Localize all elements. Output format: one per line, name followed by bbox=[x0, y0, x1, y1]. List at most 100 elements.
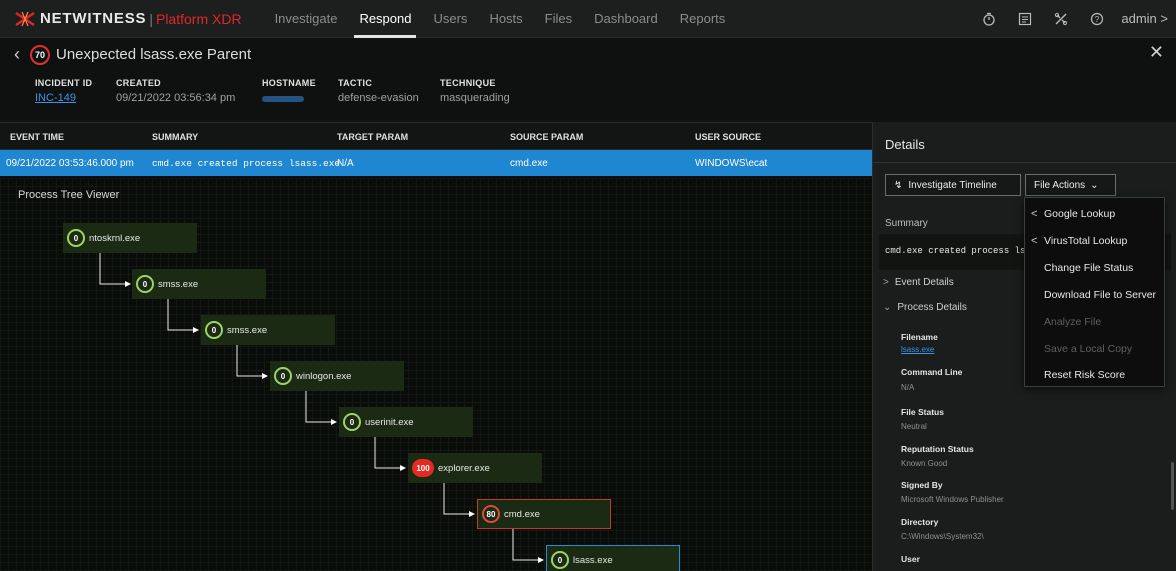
process-name: userinit.exe bbox=[365, 416, 414, 428]
cell-event-time: 09/21/2022 03:53:46.000 pm bbox=[6, 158, 134, 169]
menu-item-label: VirusTotal Lookup bbox=[1044, 235, 1128, 247]
menu-item-change-file-status[interactable]: Change File Status bbox=[1025, 256, 1164, 280]
risk-score-badge: 0 bbox=[136, 275, 154, 293]
col-summary[interactable]: SUMMARY bbox=[152, 132, 198, 142]
chevron-down-icon: ⌄ bbox=[1090, 179, 1099, 191]
process-name: smss.exe bbox=[158, 278, 199, 290]
logo[interactable]: NETWITNESS | Platform XDR bbox=[0, 10, 242, 27]
menu-item-virustotal-lookup[interactable]: < VirusTotal Lookup bbox=[1025, 229, 1164, 253]
event-details-toggle[interactable]: > Event Details bbox=[883, 277, 954, 288]
field-value: Microsoft Windows Publisher bbox=[901, 495, 1004, 504]
process-name: winlogon.exe bbox=[296, 370, 352, 382]
nav-hosts[interactable]: Hosts bbox=[478, 0, 533, 38]
process-node[interactable]: 100 explorer.exe bbox=[408, 453, 542, 483]
process-name: cmd.exe bbox=[504, 508, 540, 520]
investigate-timeline-button[interactable]: ↯ Investigate Timeline bbox=[885, 174, 1021, 196]
summary-label: Summary bbox=[885, 218, 928, 229]
close-icon[interactable]: ✕ bbox=[1149, 42, 1164, 63]
file-actions-label: File Actions bbox=[1034, 179, 1086, 191]
menu-item-analyze-file: Analyze File bbox=[1044, 316, 1102, 328]
nav-users[interactable]: Users bbox=[422, 0, 478, 38]
technique-value: masquerading bbox=[440, 92, 510, 104]
process-tree-viewer[interactable]: Process Tree Viewer 0 ntoskrnl.exe 0 sms… bbox=[0, 178, 872, 571]
cell-user-source: WINDOWS\ecat bbox=[695, 158, 768, 169]
details-scrollbar[interactable] bbox=[1171, 462, 1174, 510]
process-node[interactable]: 0 ntoskrnl.exe bbox=[63, 223, 197, 253]
incident-header: ‹ 70 Unexpected lsass.exe Parent ✕ INCID… bbox=[0, 38, 1176, 122]
help-icon[interactable]: ? bbox=[1079, 0, 1115, 38]
menu-item-label: Google Lookup bbox=[1044, 208, 1116, 220]
hostname-redacted bbox=[262, 96, 304, 102]
tactic-label: TACTIC bbox=[338, 78, 373, 88]
checklist-icon[interactable] bbox=[1007, 0, 1043, 38]
nav-tools: ? admin > bbox=[971, 0, 1176, 38]
technique-meta: TECHNIQUE masquerading bbox=[440, 78, 510, 104]
created-value: 09/21/2022 03:56:34 pm bbox=[116, 92, 236, 104]
nav-files[interactable]: Files bbox=[534, 0, 583, 38]
risk-score-badge: 0 bbox=[343, 413, 361, 431]
process-details-toggle[interactable]: ⌄ Process Details bbox=[883, 302, 967, 313]
tactic-value: defense-evasion bbox=[338, 92, 419, 104]
nav-dashboard[interactable]: Dashboard bbox=[583, 0, 669, 38]
netwitness-logo-icon bbox=[15, 11, 35, 26]
cell-target-param: N/A bbox=[337, 158, 354, 169]
summary-text: cmd.exe created process ls bbox=[885, 246, 1026, 256]
timer-icon[interactable] bbox=[971, 0, 1007, 38]
field-label: Signed By bbox=[901, 480, 943, 490]
hostname-meta: HOSTNAME bbox=[262, 78, 316, 107]
process-details-label: Process Details bbox=[897, 302, 967, 313]
hostname-label: HOSTNAME bbox=[262, 78, 316, 88]
events-table: EVENT TIME SUMMARY TARGET PARAM SOURCE P… bbox=[0, 122, 872, 178]
field-value: Known Good bbox=[901, 459, 948, 468]
nav-investigate[interactable]: Investigate bbox=[264, 0, 349, 38]
menu-item-reset-risk-score[interactable]: Reset Risk Score bbox=[1025, 363, 1164, 387]
risk-score-badge: 0 bbox=[205, 321, 223, 339]
chevron-right-icon: > bbox=[1160, 11, 1168, 26]
table-row[interactable]: 09/21/2022 03:53:46.000 pm cmd.exe creat… bbox=[0, 150, 872, 176]
user-name: admin bbox=[1121, 11, 1157, 26]
process-node[interactable]: 0 lsass.exe bbox=[546, 545, 680, 571]
events-table-header: EVENT TIME SUMMARY TARGET PARAM SOURCE P… bbox=[0, 122, 872, 150]
user-menu[interactable]: admin > bbox=[1115, 11, 1176, 26]
field-label: Filename bbox=[901, 332, 938, 342]
col-user-source[interactable]: USER SOURCE bbox=[695, 132, 761, 142]
chevron-down-icon: ⌄ bbox=[883, 302, 892, 313]
menu-item-google-lookup[interactable]: < Google Lookup bbox=[1025, 202, 1164, 226]
nav-respond[interactable]: Respond bbox=[348, 0, 422, 38]
nav-reports[interactable]: Reports bbox=[669, 0, 737, 38]
process-node[interactable]: 0 winlogon.exe bbox=[270, 361, 404, 391]
process-node[interactable]: 0 userinit.exe bbox=[339, 407, 473, 437]
timeline-icon: ↯ bbox=[894, 179, 903, 191]
col-event-time[interactable]: EVENT TIME bbox=[10, 132, 64, 142]
tools-icon[interactable] bbox=[1043, 0, 1079, 38]
chevron-left-icon: < bbox=[1031, 235, 1038, 247]
incident-id-label: INCIDENT ID bbox=[35, 78, 93, 88]
field-label: Command Line bbox=[901, 367, 963, 377]
file-actions-button[interactable]: File Actions ⌄ bbox=[1025, 174, 1116, 196]
process-node[interactable]: 0 smss.exe bbox=[201, 315, 335, 345]
process-node[interactable]: 0 smss.exe bbox=[132, 269, 266, 299]
risk-score-badge: 0 bbox=[274, 367, 292, 385]
incident-id-link[interactable]: INC-149 bbox=[35, 92, 92, 104]
chevron-right-icon: > bbox=[883, 277, 889, 288]
created-meta: CREATED 09/21/2022 03:56:34 pm bbox=[116, 78, 235, 104]
divider bbox=[873, 162, 1176, 163]
cell-source-param: cmd.exe bbox=[510, 158, 548, 169]
field-label: Reputation Status bbox=[901, 444, 974, 454]
process-name: explorer.exe bbox=[438, 462, 490, 474]
cell-summary: cmd.exe created process lsass.exe bbox=[152, 158, 341, 169]
file-actions-menu: < Google Lookup < VirusTotal Lookup Chan… bbox=[1024, 197, 1165, 387]
col-source-param[interactable]: SOURCE PARAM bbox=[510, 132, 583, 142]
product-name: Platform XDR bbox=[155, 10, 242, 27]
process-node[interactable]: 80 cmd.exe bbox=[477, 499, 611, 529]
process-name: smss.exe bbox=[227, 324, 268, 336]
back-chevron-icon[interactable]: ‹ bbox=[14, 44, 20, 65]
created-label: CREATED bbox=[116, 78, 161, 88]
top-navigation: NETWITNESS | Platform XDR Investigate Re… bbox=[0, 0, 1176, 38]
incident-title-row: ‹ 70 Unexpected lsass.exe Parent bbox=[14, 44, 251, 65]
brand-name: NETWITNESS bbox=[40, 10, 147, 27]
incident-risk-badge: 70 bbox=[30, 44, 50, 65]
filename-link[interactable]: lsass.exe bbox=[901, 345, 934, 354]
menu-item-download-file[interactable]: Download File to Server bbox=[1025, 283, 1164, 307]
col-target-param[interactable]: TARGET PARAM bbox=[337, 132, 408, 142]
